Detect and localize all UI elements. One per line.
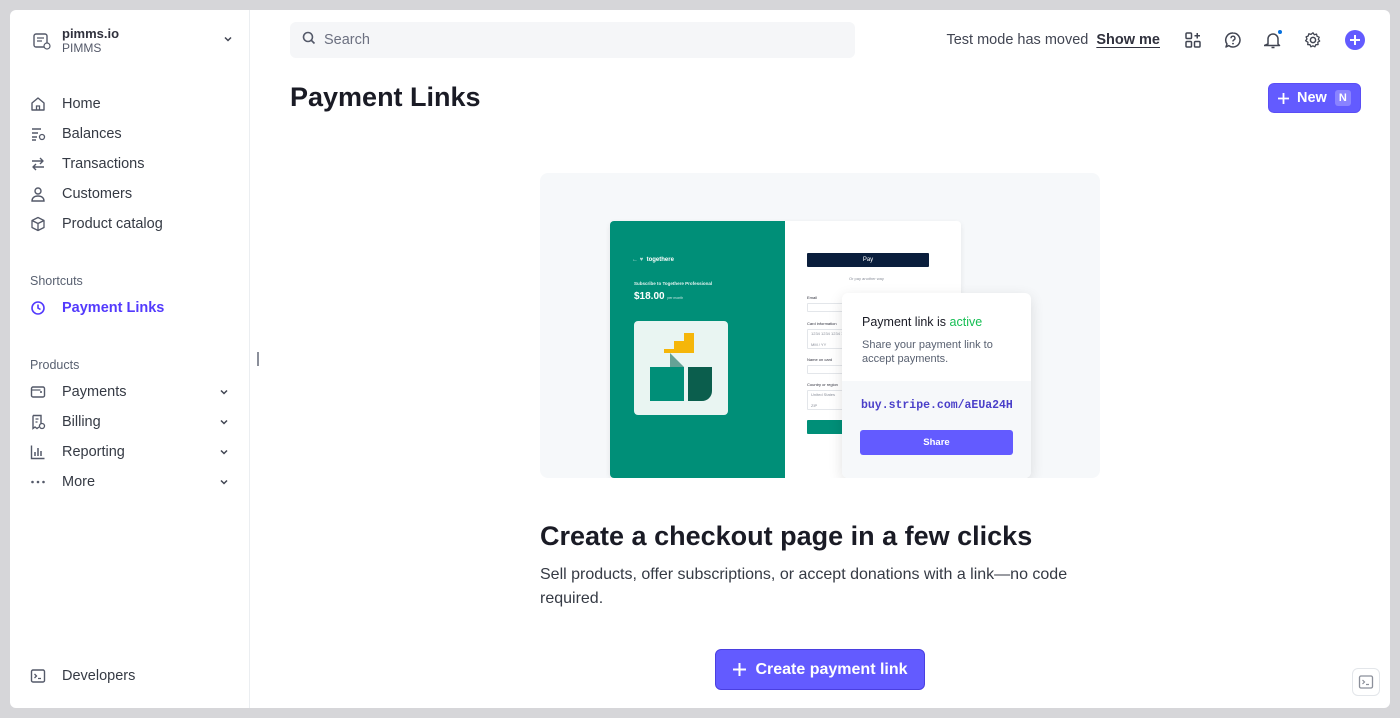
terminal-icon xyxy=(30,666,54,686)
main-content: Test mode has moved Show me Payment Link… xyxy=(250,10,1390,708)
sidebar: pimms.io PIMMS Home Balances Transaction… xyxy=(10,10,250,708)
notification-dot xyxy=(1277,29,1283,35)
create-payment-link-button[interactable]: Create payment link xyxy=(715,649,925,690)
sidebar-item-label: Developers xyxy=(62,668,136,684)
sidebar-item-more[interactable]: More xyxy=(30,467,234,497)
keyboard-shortcut-badge: N xyxy=(1334,90,1351,106)
billing-icon xyxy=(30,412,54,432)
help-icon[interactable] xyxy=(1222,29,1244,51)
plus-icon xyxy=(732,662,747,677)
app-window: pimms.io PIMMS Home Balances Transaction… xyxy=(10,10,1390,708)
reporting-icon xyxy=(30,442,54,462)
apps-icon[interactable] xyxy=(1182,29,1204,51)
new-payment-link-button[interactable]: New N xyxy=(1268,83,1361,113)
checkout-price: $18.00 per month xyxy=(634,291,684,302)
chevron-down-icon xyxy=(218,446,230,458)
new-button-label: New xyxy=(1297,90,1327,106)
shortcuts-section-label: Shortcuts xyxy=(30,274,83,288)
terminal-icon[interactable] xyxy=(1352,668,1380,696)
sidebar-item-transactions[interactable]: Transactions xyxy=(30,149,234,179)
sidebar-item-label: Transactions xyxy=(62,156,145,172)
checkout-brand-panel: ← ♥ togethere Subscribe to Togethere Pro… xyxy=(610,221,785,478)
share-link-area: buy.stripe.com/aEUa24H Share xyxy=(842,381,1031,478)
search-icon xyxy=(302,31,316,50)
sidebar-item-payment-links[interactable]: Payment Links xyxy=(30,293,234,323)
create-plus-icon[interactable] xyxy=(1344,29,1366,51)
card-label: Card information xyxy=(807,321,837,326)
sidebar-item-label: Customers xyxy=(62,186,133,202)
sidebar-item-label: Payments xyxy=(62,384,127,400)
sidebar-item-payments[interactable]: Payments xyxy=(30,377,234,407)
empty-state-title: Create a checkout page in a few clicks xyxy=(540,521,1033,551)
show-me-link[interactable]: Show me xyxy=(1096,32,1160,48)
balances-icon xyxy=(30,124,54,144)
chevron-down-icon xyxy=(218,386,230,398)
sidebar-item-label: Payment Links xyxy=(62,300,165,316)
sidebar-item-reporting[interactable]: Reporting xyxy=(30,437,234,467)
payments-icon xyxy=(30,382,54,402)
product-catalog-icon xyxy=(30,214,54,234)
apple-pay-button: Pay xyxy=(807,253,929,267)
test-mode-notice: Test mode has moved xyxy=(946,32,1089,48)
sidebar-item-label: Reporting xyxy=(62,444,125,460)
checkout-brand: ← ♥ togethere xyxy=(632,257,674,263)
sidebar-item-label: Billing xyxy=(62,414,101,430)
sidebar-item-billing[interactable]: Billing xyxy=(30,407,234,437)
chevron-down-icon xyxy=(222,32,234,50)
share-button-preview: Share xyxy=(860,430,1013,455)
search-bar[interactable] xyxy=(290,22,855,58)
sidebar-item-label: Home xyxy=(62,96,101,112)
products-section-label: Products xyxy=(30,358,80,372)
customers-icon xyxy=(30,184,54,204)
topbar-actions: Test mode has moved Show me xyxy=(946,26,1366,54)
more-dots-icon xyxy=(30,472,54,492)
sidebar-item-balances[interactable]: Balances xyxy=(30,119,234,149)
payment-link-url: buy.stripe.com/aEUa24H xyxy=(861,399,1013,412)
sidebar-item-label: More xyxy=(62,474,96,490)
sidebar-item-customers[interactable]: Customers xyxy=(30,179,234,209)
share-card-description: Share your payment link to accept paymen… xyxy=(862,339,993,365)
name-label: Name on card xyxy=(807,357,833,362)
search-input[interactable] xyxy=(324,32,824,48)
email-label: Email xyxy=(807,295,818,300)
sidebar-item-product-catalog[interactable]: Product catalog xyxy=(30,209,234,239)
account-switcher[interactable]: pimms.io PIMMS xyxy=(30,24,234,58)
product-image xyxy=(634,321,728,415)
settings-icon[interactable] xyxy=(1302,29,1324,51)
country-label: Country or region xyxy=(807,382,838,387)
sidebar-item-home[interactable]: Home xyxy=(30,89,234,119)
checkout-plan: Subscribe to Togethere Professional xyxy=(634,281,713,286)
create-payment-link-label: Create payment link xyxy=(755,660,908,678)
or-divider-text: Or pay another way xyxy=(849,276,884,281)
share-link-card: Payment link is active Share your paymen… xyxy=(842,293,1031,478)
empty-state-description: Sell products, offer subscriptions, or a… xyxy=(540,566,1068,607)
chevron-down-icon xyxy=(218,416,230,428)
clock-icon xyxy=(30,298,54,318)
chevron-down-icon xyxy=(218,476,230,488)
account-subtitle: PIMMS xyxy=(62,41,102,55)
sidebar-item-label: Balances xyxy=(62,126,122,142)
page-title: Payment Links xyxy=(290,82,481,112)
share-card-title: Payment link is active xyxy=(862,315,983,329)
sidebar-item-developers[interactable]: Developers xyxy=(30,661,234,691)
plus-icon xyxy=(1277,92,1290,105)
transactions-icon xyxy=(30,154,54,174)
account-name: pimms.io xyxy=(62,26,120,41)
notifications-icon[interactable] xyxy=(1262,29,1284,51)
home-icon xyxy=(30,94,54,114)
sidebar-item-label: Product catalog xyxy=(62,216,163,232)
account-logo-icon xyxy=(30,29,54,53)
payment-link-illustration: ← ♥ togethere Subscribe to Togethere Pro… xyxy=(540,173,1100,478)
